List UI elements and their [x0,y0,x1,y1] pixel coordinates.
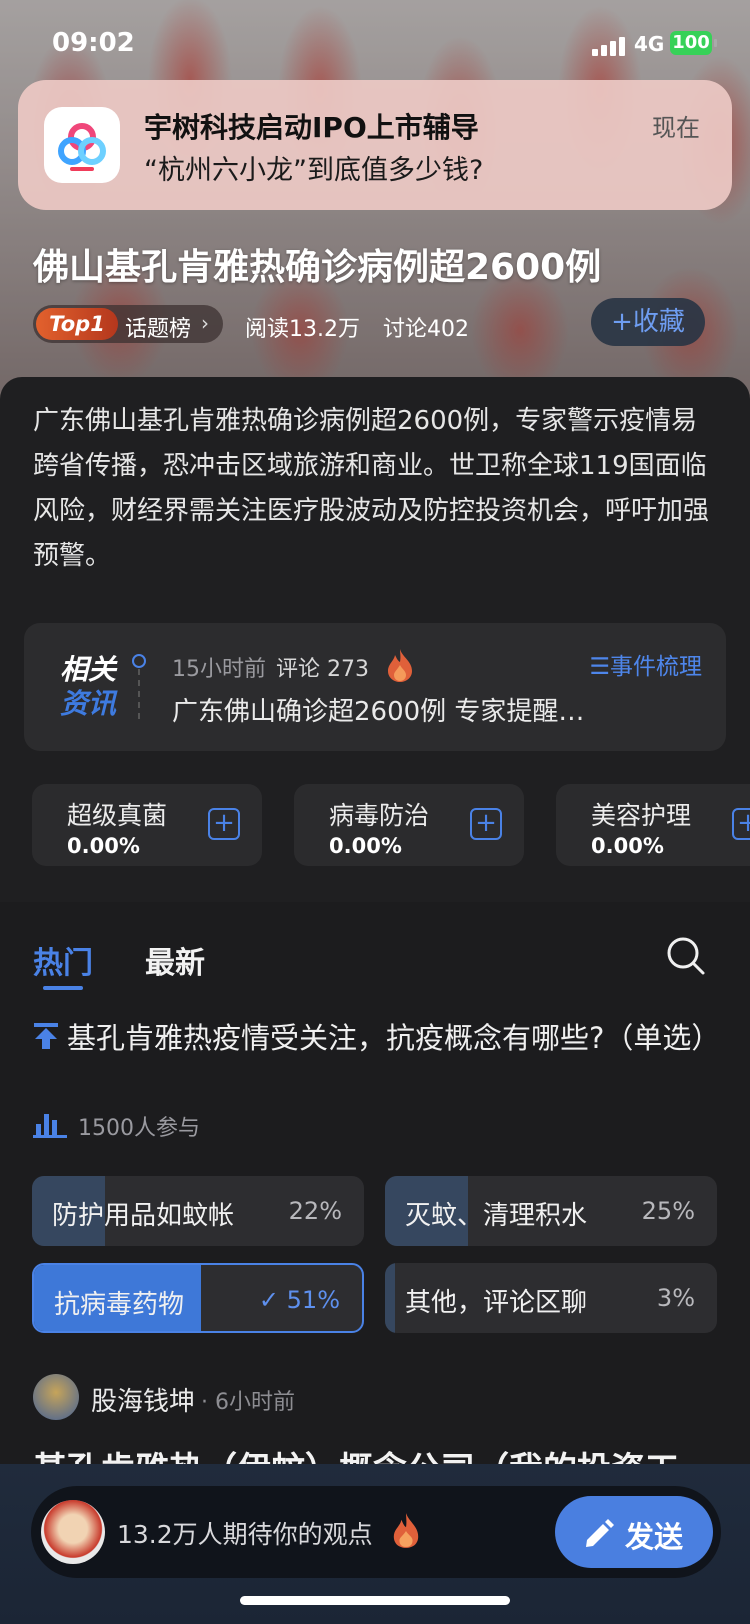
content-panel: 广东佛山基孔肯雅热确诊病例超2600例，专家警示疫情易跨省传播，恐冲击区域旅游和… [0,377,750,902]
fire-icon [393,1513,419,1548]
topic-rank-pill[interactable]: Top1 话题榜 › [33,305,223,343]
add-concept-button[interactable]: + [732,808,750,840]
home-indicator[interactable] [240,1596,510,1605]
poll-option[interactable]: 防护用品如蚊帐 22% [32,1176,364,1246]
check-icon: ✓ [258,1286,287,1314]
timeline-dot [132,654,146,668]
poll-option-label: 其他，评论区聊 [405,1288,588,1318]
concept-card[interactable]: 超级真菌 0.00% + [32,784,262,866]
concept-change: 0.00% [591,834,664,858]
chevron-right-icon: › [201,311,209,335]
notification-time: 现在 [652,114,700,142]
tab-hot[interactable]: 热门 [33,938,93,982]
concept-name: 超级真菌 [67,801,168,830]
comment-input[interactable]: 13.2万人期待你的观点 发送 [31,1486,721,1578]
related-time: 15小时前 [172,657,266,682]
timeline-line [138,669,140,719]
signal-icon [592,36,628,56]
notification-title: 宇树科技启动IPO上市辅导 [144,111,479,144]
author-name[interactable]: 股海钱坤 [91,1381,195,1418]
discussion-count: 讨论402 [383,317,469,342]
status-time: 09:02 [52,28,135,58]
list-icon: ☰ [589,654,610,680]
poll-option-percent: ✓ 51% [259,1286,340,1314]
active-tab-indicator [43,986,83,990]
network-type: 4G [634,32,665,56]
poll-option-percent: 25% [641,1197,695,1225]
topic-meta-row: Top1 话题榜 › 阅读13.2万 讨论402 +收藏 [33,298,733,346]
avatar [41,1500,105,1564]
concept-change: 0.00% [67,834,140,858]
topic-summary: 广东佛山基孔肯雅热确诊病例超2600例，专家警示疫情易跨省传播，恐冲击区域旅游和… [33,406,710,571]
participant-count: 1500人参与 [78,1116,200,1141]
search-icon[interactable] [666,936,706,976]
status-bar: 09:02 4G 100 [0,28,750,68]
add-concept-button[interactable]: + [208,808,240,840]
send-label: 发送 [625,1520,684,1554]
concept-card[interactable]: 病毒防治 0.00% + [294,784,524,866]
related-label-line1: 相关 [60,653,117,686]
event-timeline-link[interactable]: ☰事件梳理 [589,647,702,681]
rank-badge: Top1 [36,308,118,340]
poll-question-text: 基孔肯雅热疫情受关注，抗疫概念有哪些?（单选） [67,1021,721,1055]
comment-placeholder: 13.2万人期待你的观点 [117,1520,373,1549]
concept-name: 美容护理 [591,801,692,830]
push-notification[interactable]: 宇树科技启动IPO上市辅导 “杭州六小龙”到底值多少钱? 现在 [18,80,732,210]
concept-row: 超级真菌 0.00% + 病毒防治 0.00% + 美容护理 0.00% + [32,784,750,866]
avatar[interactable] [33,1374,79,1420]
topic-title: 佛山基孔肯雅热确诊病例超2600例 [33,247,602,288]
read-count: 阅读13.2万 [245,317,360,342]
poll-option-percent: 3% [656,1284,695,1312]
concept-card[interactable]: 美容护理 0.00% + [556,784,750,866]
poll-option-percent-value: 51% [286,1286,340,1314]
poll-option-label: 抗病毒药物 [54,1290,185,1320]
poll-question: 基孔肯雅热疫情受关注，抗疫概念有哪些?（单选） [33,1016,723,1060]
poll-option[interactable]: 抗病毒药物 ✓ 51% [32,1263,364,1333]
baidu-cloud-icon [44,107,120,183]
related-label-line2: 资讯 [60,687,117,720]
bar-chart-icon [33,1114,67,1138]
related-news-label: 相关 资讯 [60,653,124,721]
favorite-label: 收藏 [632,307,685,337]
post-time: · 6小时前 [201,1390,295,1415]
event-timeline-label: 事件梳理 [610,654,702,680]
battery-icon: 100 [670,31,717,55]
related-news-card[interactable]: 相关 资讯 15小时前 评论 273 ☰事件梳理 广东佛山确诊超2600例 专家提… [24,623,726,751]
poll-option-label: 防护用品如蚊帐 [52,1201,235,1231]
favorite-button[interactable]: +收藏 [591,298,705,346]
poll-arrow-icon [34,1023,58,1049]
rank-list-label: 话题榜 [125,317,192,342]
poll-option-label: 灭蚊、清理积水 [405,1201,588,1231]
related-comments: 评论 273 [276,657,369,682]
poll-option-percent: 22% [288,1197,342,1225]
poll-option[interactable]: 其他，评论区聊 3% [385,1263,717,1333]
poll-option-fill [385,1263,395,1333]
fire-icon [388,649,412,682]
concept-change: 0.00% [329,834,402,858]
add-concept-button[interactable]: + [470,808,502,840]
poll-option[interactable]: 灭蚊、清理积水 25% [385,1176,717,1246]
related-meta: 15小时前 评论 273 [172,651,369,683]
notification-body: “杭州六小龙”到底值多少钱? [144,155,484,186]
related-headline: 广东佛山确诊超2600例 专家提醒… [172,697,585,727]
plus-icon: + [611,307,633,337]
send-button[interactable]: 发送 [555,1496,713,1568]
tab-latest[interactable]: 最新 [145,938,205,982]
pen-icon [586,1519,614,1547]
concept-name: 病毒防治 [329,801,430,830]
